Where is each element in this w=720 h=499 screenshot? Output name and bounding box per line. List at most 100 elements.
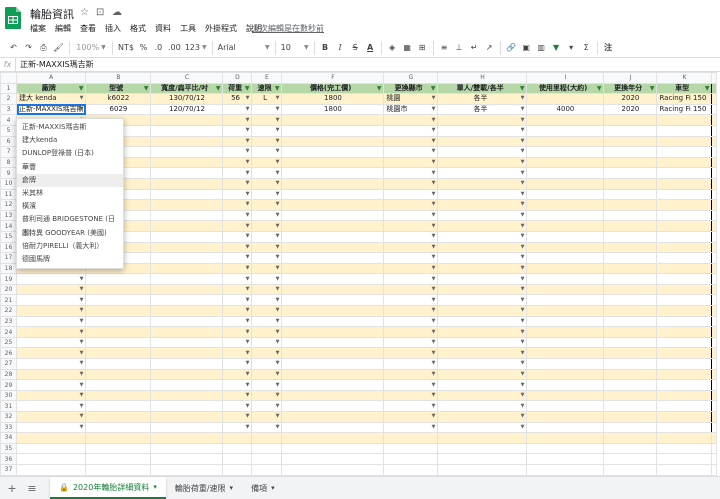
dropdown-arrow-icon[interactable]: ▼ — [276, 359, 280, 368]
dropdown-option[interactable]: 倍耐力PIRELLI（義大利） — [17, 240, 123, 253]
table-cell[interactable] — [656, 294, 713, 307]
dropdown-arrow-icon[interactable]: ▼ — [80, 285, 84, 294]
table-cell[interactable] — [526, 135, 605, 148]
table-cell[interactable]: ▼ — [222, 368, 253, 381]
decrease-decimal-button[interactable]: .0 — [151, 40, 166, 56]
dropdown-arrow-icon[interactable]: ▼ — [276, 391, 280, 400]
table-cell[interactable]: ▼ — [437, 326, 528, 338]
dropdown-arrow-icon[interactable]: ▼ — [246, 126, 250, 135]
dropdown-arrow-icon[interactable]: ▼ — [432, 359, 436, 368]
sheet-tab[interactable]: 輪胎荷重/速限 ▾ — [166, 477, 242, 499]
row-header[interactable]: 27 — [0, 358, 17, 370]
table-cell[interactable] — [526, 93, 605, 105]
table-cell[interactable] — [85, 411, 152, 423]
table-cell[interactable] — [526, 220, 605, 232]
table-cell[interactable] — [526, 177, 605, 190]
table-cell[interactable]: ▼ — [383, 177, 439, 190]
dropdown-arrow-icon[interactable]: ▼ — [276, 328, 280, 337]
table-cell[interactable] — [281, 347, 385, 360]
table-cell[interactable] — [281, 188, 385, 201]
row-header[interactable]: 5 — [0, 124, 17, 137]
table-cell[interactable] — [526, 453, 605, 465]
table-cell[interactable] — [711, 262, 718, 275]
dropdown-arrow-icon[interactable]: ▼ — [432, 95, 436, 104]
table-cell[interactable] — [711, 463, 718, 476]
table-cell[interactable] — [526, 283, 605, 296]
table-cell[interactable] — [603, 273, 658, 285]
sheets-logo-icon[interactable] — [5, 7, 21, 29]
dropdown-arrow-icon[interactable]: ▼ — [521, 349, 525, 358]
dropdown-arrow-icon[interactable]: ▼ — [432, 307, 436, 316]
header-cell[interactable]: 價格(完工價) ▼ — [281, 82, 385, 95]
table-cell[interactable] — [526, 146, 605, 158]
table-cell[interactable] — [603, 432, 658, 444]
dropdown-arrow-icon[interactable]: ▼ — [521, 328, 525, 337]
table-cell[interactable]: ▼ — [222, 241, 253, 254]
table-cell[interactable]: ▼ — [437, 347, 528, 360]
table-cell[interactable] — [526, 252, 605, 264]
table-cell[interactable]: ▼ — [383, 347, 439, 360]
cloud-status-icon[interactable]: ☁ — [112, 7, 122, 18]
dropdown-arrow-icon[interactable]: ▼ — [432, 285, 436, 294]
menu-item[interactable]: 插入 — [105, 23, 121, 34]
table-cell[interactable]: ▼ 各半 — [437, 103, 528, 116]
table-cell[interactable]: ▼ — [251, 146, 283, 158]
move-folder-icon[interactable]: ⊡ — [96, 7, 104, 18]
insert-comment-icon[interactable]: ▣ — [519, 40, 534, 56]
table-cell[interactable] — [603, 379, 658, 391]
dropdown-arrow-icon[interactable]: ▼ — [521, 116, 525, 125]
table-cell[interactable] — [281, 442, 385, 455]
vertical-align-icon[interactable]: ⊥ — [452, 40, 467, 56]
font-select[interactable]: Arial ▼ — [216, 40, 272, 56]
table-cell[interactable]: ▼ — [383, 358, 439, 370]
table-cell[interactable] — [150, 389, 224, 402]
table-cell[interactable] — [526, 209, 605, 222]
filter-icon[interactable]: ▼ — [144, 84, 149, 93]
table-cell[interactable]: ▼ — [251, 421, 283, 434]
table-cell[interactable] — [656, 220, 713, 232]
dropdown-arrow-icon[interactable]: ▼ — [521, 275, 525, 284]
menu-item[interactable]: 格式 — [130, 23, 146, 34]
table-cell[interactable] — [85, 400, 152, 412]
dropdown-arrow-icon[interactable]: ▼ — [246, 317, 250, 326]
table-cell[interactable]: ▼ — [251, 124, 283, 137]
dropdown-arrow-icon[interactable]: ▼ — [80, 412, 84, 421]
table-cell[interactable]: 2020 — [603, 93, 658, 105]
dropdown-arrow-icon[interactable]: ▼ — [246, 222, 250, 231]
row-header[interactable]: 31 — [0, 400, 17, 412]
table-cell[interactable] — [711, 156, 718, 169]
table-cell[interactable] — [711, 273, 718, 285]
row-header[interactable]: 32 — [0, 411, 17, 423]
filter-icon[interactable]: ▼ — [377, 84, 382, 93]
table-cell[interactable]: ▼ — [15, 326, 87, 338]
table-cell[interactable] — [656, 241, 713, 254]
dropdown-arrow-icon[interactable]: ▼ — [521, 254, 525, 263]
table-cell[interactable] — [222, 432, 253, 444]
table-cell[interactable]: ▼ — [437, 135, 528, 148]
table-cell[interactable] — [15, 432, 87, 444]
table-cell[interactable] — [656, 368, 713, 381]
table-cell[interactable]: ▼ — [383, 273, 439, 285]
paint-format-icon[interactable]: 🖌 — [51, 40, 66, 56]
table-cell[interactable] — [603, 262, 658, 275]
table-cell[interactable]: ▼ — [251, 262, 283, 275]
row-header[interactable]: 19 — [0, 273, 17, 285]
table-cell[interactable] — [711, 103, 718, 116]
table-cell[interactable] — [656, 135, 713, 148]
table-cell[interactable]: ▼ — [15, 358, 87, 370]
dropdown-arrow-icon[interactable]: ▼ — [80, 296, 84, 305]
table-cell[interactable]: ▼ 各半 — [437, 93, 528, 105]
dropdown-arrow-icon[interactable]: ▼ — [276, 158, 280, 167]
table-cell[interactable] — [85, 294, 152, 307]
table-cell[interactable]: ▼ — [222, 199, 253, 211]
table-cell[interactable]: ▼ — [15, 283, 87, 296]
table-cell[interactable] — [526, 262, 605, 275]
row-header[interactable]: 4 — [0, 114, 17, 126]
header-cell[interactable]: 型號 ▼ — [85, 82, 152, 95]
dropdown-arrow-icon[interactable]: ▼ — [432, 211, 436, 220]
table-cell[interactable] — [85, 442, 152, 455]
table-cell[interactable]: ▼ — [222, 177, 253, 190]
table-cell[interactable] — [603, 114, 658, 126]
dropdown-arrow-icon[interactable]: ▼ — [80, 370, 84, 379]
table-cell[interactable]: ▼ — [437, 262, 528, 275]
